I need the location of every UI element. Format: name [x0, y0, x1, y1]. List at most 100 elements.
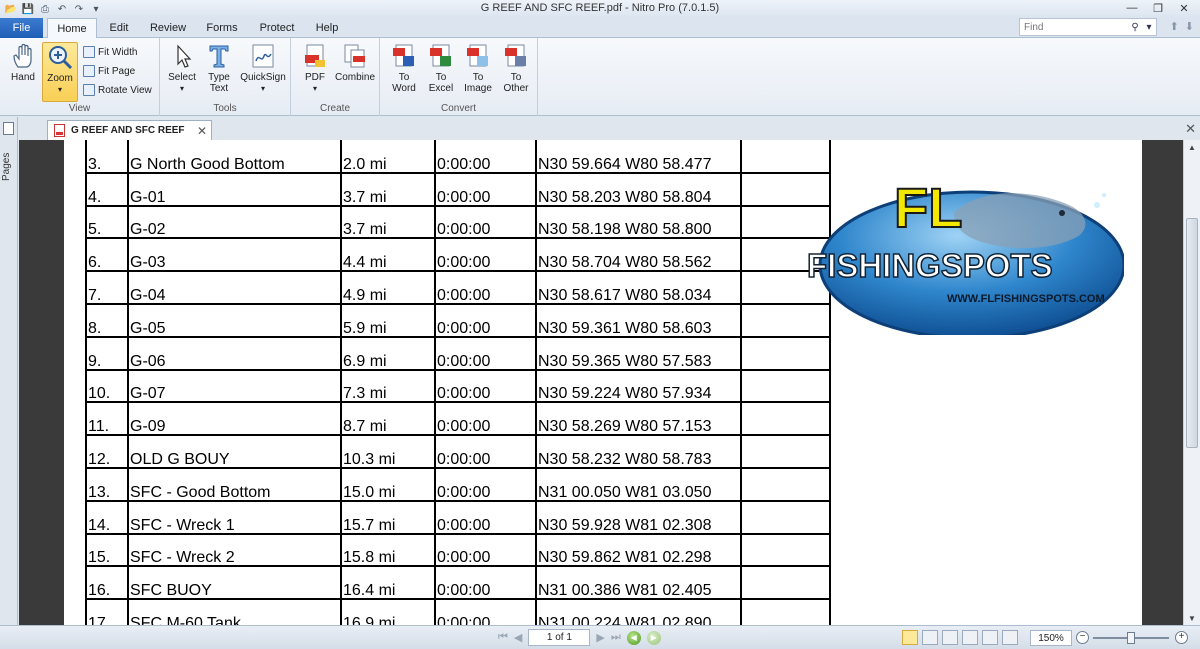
spot-distance: 6.9 mi — [340, 336, 435, 371]
zoom-tool-button[interactable]: Zoom ▾ — [42, 42, 78, 102]
document-tab[interactable]: G REEF AND SFC REEF ✕ — [47, 120, 212, 140]
next-page-icon[interactable]: ▶ — [596, 631, 604, 644]
tab-help[interactable]: Help — [308, 18, 346, 38]
window-title: G REEF AND SFC REEF.pdf - Nitro Pro (7.0… — [480, 2, 720, 14]
find-placeholder: Find — [1024, 21, 1044, 33]
tab-protect[interactable]: Protect — [252, 18, 302, 38]
document-viewport[interactable]: 3. G North Good Bottom 2.0 mi 0:00:00 N30 59… — [19, 140, 1183, 625]
spot-time: 0:00:00 — [434, 533, 536, 568]
spot-distance: 7.3 mi — [340, 369, 435, 404]
last-page-icon[interactable]: ⏭ — [611, 631, 621, 644]
redo-icon[interactable]: ↷ — [72, 3, 86, 16]
tab-file[interactable]: File — [0, 18, 43, 38]
row-number: 15. — [85, 533, 128, 568]
zoom-in-icon[interactable]: + — [1175, 631, 1188, 644]
zoom-level-input[interactable]: 150% — [1030, 630, 1072, 646]
save-icon[interactable]: 💾 — [21, 3, 35, 16]
row-number: 6. — [85, 238, 128, 273]
pdf-label: PDF — [305, 72, 325, 83]
minimize-button[interactable]: — — [1120, 0, 1144, 16]
fit-screen-view-icon[interactable] — [982, 630, 998, 645]
spot-time: 0:00:00 — [434, 435, 536, 469]
customize-qat-icon[interactable]: ▾ — [89, 3, 103, 16]
to-image-label-1: To — [472, 72, 484, 83]
zoom-out-icon[interactable]: − — [1076, 631, 1089, 644]
row-number: 9. — [85, 336, 128, 371]
spot-gps: N30 58.232 W80 58.783 — [535, 435, 741, 469]
vertical-scrollbar[interactable]: ▲ ▼ — [1183, 140, 1200, 625]
rotate-view-button[interactable]: Rotate View — [83, 82, 152, 98]
spot-distance: 5.9 mi — [340, 303, 435, 338]
to-other-button[interactable]: To Other — [497, 42, 535, 100]
empty-cell — [740, 533, 831, 568]
facing-view-icon[interactable] — [942, 630, 958, 645]
scroll-down-icon[interactable]: ▼ — [1184, 611, 1200, 625]
tab-review[interactable]: Review — [144, 18, 192, 38]
type-text-button[interactable]: Type Text — [201, 42, 237, 100]
spot-time: 0:00:00 — [434, 238, 536, 273]
to-excel-button[interactable]: To Excel — [423, 42, 459, 100]
restore-button[interactable]: ❐ — [1146, 0, 1170, 16]
to-image-button[interactable]: To Image — [460, 42, 496, 100]
continuous-view-icon[interactable] — [922, 630, 938, 645]
close-window-button[interactable]: ✕ — [1172, 0, 1196, 16]
zoom-slider-knob[interactable] — [1127, 632, 1135, 644]
open-folder-icon[interactable]: 📂 — [4, 3, 18, 16]
back-view-icon[interactable]: ◀ — [626, 630, 641, 645]
cursor-icon — [177, 44, 192, 68]
scroll-up-icon[interactable]: ▲ — [1184, 140, 1200, 154]
spot-name: OLD G BOUY — [127, 435, 341, 469]
empty-cell — [740, 336, 831, 371]
spot-name: SFC - Wreck 2 — [127, 533, 341, 568]
tab-home[interactable]: Home — [47, 18, 97, 39]
previous-page-icon[interactable]: ◀ — [514, 631, 522, 644]
fit-page-label: Fit Page — [98, 65, 136, 77]
create-pdf-button[interactable]: PDF ▾ — [297, 42, 333, 100]
first-page-icon[interactable]: ⏮ — [498, 631, 508, 644]
pages-panel-tab[interactable]: Pages — [1, 142, 12, 192]
type-text-label-2: Text — [209, 83, 229, 94]
spot-gps: N30 58.617 W80 58.034 — [535, 271, 741, 305]
single-page-view-icon[interactable] — [902, 630, 918, 645]
scrollbar-thumb[interactable] — [1186, 218, 1198, 448]
close-all-tabs-icon[interactable]: ✕ — [1185, 121, 1196, 137]
row-number: 16. — [85, 566, 128, 601]
pages-panel-icon[interactable] — [3, 122, 14, 135]
full-screen-view-icon[interactable] — [1002, 630, 1018, 645]
row-number: 13. — [85, 467, 128, 502]
forward-view-icon[interactable]: ▶ — [646, 630, 661, 645]
search-icon[interactable]: ⚲ — [1128, 22, 1142, 33]
to-other-label-1: To — [510, 72, 522, 83]
table-row: 7. G-04 4.9 mi 0:00:00 N30 58.617 W80 58.034 — [85, 271, 831, 305]
spot-name: G North Good Bottom — [127, 140, 341, 174]
fit-width-button[interactable]: Fit Width — [83, 44, 137, 60]
hand-tool-button[interactable]: Hand — [5, 42, 41, 100]
find-options-icon[interactable]: ▾ — [1142, 22, 1156, 33]
fit-page-button[interactable]: Fit Page — [83, 63, 135, 79]
combine-button[interactable]: Combine — [333, 42, 377, 100]
select-tool-button[interactable]: Select ▾ — [164, 42, 200, 100]
spot-gps: N30 59.224 W80 57.934 — [535, 369, 741, 404]
spot-gps: N30 58.704 W80 58.562 — [535, 238, 741, 273]
fit-width-icon — [83, 46, 95, 58]
spot-time: 0:00:00 — [434, 467, 536, 502]
row-number: 11. — [85, 402, 128, 437]
side-panel: Pages — [0, 117, 18, 625]
close-tab-icon[interactable]: ✕ — [197, 124, 211, 138]
spot-distance: 10.3 mi — [340, 435, 435, 469]
find-input[interactable]: Find ⚲ ▾ — [1019, 18, 1157, 36]
page-number-input[interactable]: 1 of 1 — [528, 629, 591, 646]
spot-distance: 3.7 mi — [340, 172, 435, 207]
quicksign-button[interactable]: QuickSign ▾ — [238, 42, 288, 100]
empty-cell — [740, 402, 831, 437]
undo-icon[interactable]: ↶ — [55, 3, 69, 16]
tab-edit[interactable]: Edit — [100, 18, 138, 38]
print-icon[interactable]: ⎙ — [38, 3, 52, 16]
tab-forms[interactable]: Forms — [200, 18, 244, 38]
find-next-icon[interactable]: ⬇ — [1185, 20, 1194, 33]
find-previous-icon[interactable]: ⬆ — [1170, 20, 1179, 33]
spot-name: G-03 — [127, 238, 341, 273]
to-word-button[interactable]: To Word — [386, 42, 422, 100]
facing-continuous-view-icon[interactable] — [962, 630, 978, 645]
spot-gps: N30 58.269 W80 57.153 — [535, 402, 741, 437]
